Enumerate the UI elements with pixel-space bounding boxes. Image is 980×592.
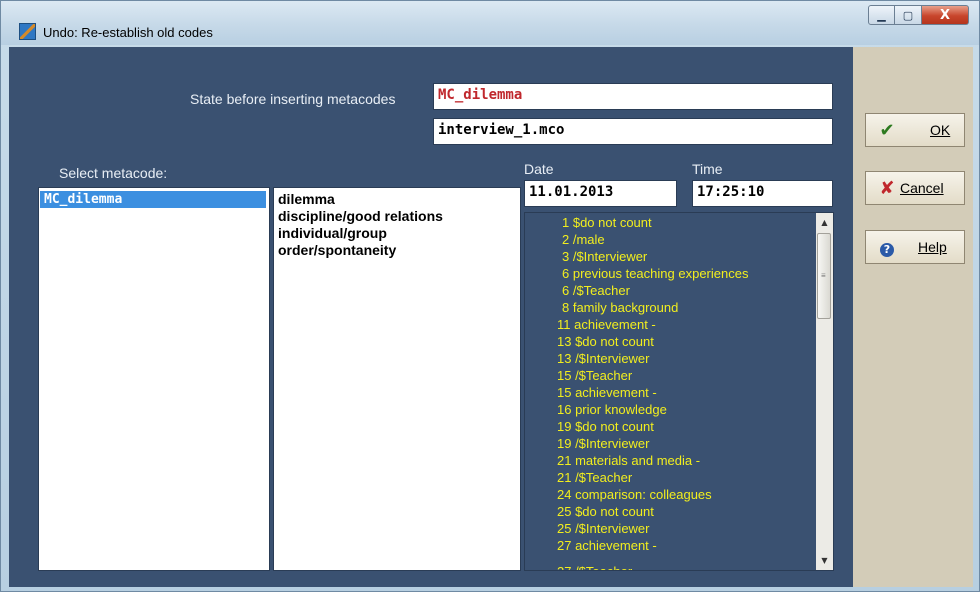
- log-line: 15 /$Teacher: [557, 368, 633, 383]
- metacode-state-field[interactable]: MC_dilemma: [433, 83, 833, 110]
- log-line: 24 comparison: colleagues: [557, 487, 712, 502]
- log-line: 6 previous teaching experiences: [562, 266, 749, 281]
- check-icon: ✔: [879, 119, 895, 141]
- log-line: 21 /$Teacher: [557, 470, 633, 485]
- code-list[interactable]: dilemma discipline/good relations indivi…: [273, 187, 521, 571]
- time-label: Time: [692, 161, 723, 177]
- code-history-log[interactable]: 1 $do not count 2 /male 3 /$Interviewer …: [524, 212, 834, 571]
- minimize-button[interactable]: ▁: [868, 5, 895, 25]
- scroll-down-icon[interactable]: ▼: [816, 552, 833, 569]
- select-metacode-label: Select metacode:: [59, 165, 168, 181]
- cancel-button-label: Cancel: [900, 180, 944, 196]
- metacode-list-item[interactable]: MC_dilemma: [40, 191, 266, 208]
- help-button[interactable]: ? Help: [865, 230, 965, 264]
- log-line: 25 /$Interviewer: [557, 521, 650, 536]
- log-line: 6 /$Teacher: [562, 283, 630, 298]
- log-line: 11 achievement -: [557, 317, 656, 332]
- cancel-button[interactable]: ✘ Cancel: [865, 171, 965, 205]
- log-line: 15 achievement -: [557, 385, 657, 400]
- window-title: Undo: Re-establish old codes: [43, 25, 213, 40]
- date-label: Date: [524, 161, 554, 177]
- log-line: 27 /$Teacher: [557, 563, 632, 570]
- dialog-window: Undo: Re-establish old codes ▁ ▢ X State…: [0, 0, 980, 592]
- log-line: 21 materials and media -: [557, 453, 701, 468]
- app-icon: [19, 23, 36, 40]
- log-line: 8 family background: [562, 300, 679, 315]
- date-field[interactable]: 11.01.2013: [524, 180, 677, 207]
- maximize-button[interactable]: ▢: [895, 5, 922, 25]
- code-item[interactable]: discipline/good relations: [278, 208, 516, 225]
- log-line: 1 $do not count: [562, 215, 652, 230]
- log-line: 2 /male: [562, 232, 605, 247]
- log-line: 27 achievement -: [557, 538, 657, 553]
- close-button[interactable]: X: [922, 5, 969, 25]
- help-button-label: Help: [918, 239, 947, 255]
- file-state-field[interactable]: interview_1.mco: [433, 118, 833, 145]
- log-line: 3 /$Interviewer: [562, 249, 648, 264]
- log-line: 19 $do not count: [557, 419, 654, 434]
- grip-icon: ≡: [821, 271, 826, 280]
- log-line: 19 /$Interviewer: [557, 436, 650, 451]
- window-controls: ▁ ▢ X: [868, 5, 969, 25]
- code-item[interactable]: dilemma: [278, 191, 516, 208]
- state-label: State before inserting metacodes: [190, 91, 396, 107]
- log-scrollbar[interactable]: ▲ ≡ ▼: [816, 213, 833, 570]
- ok-button[interactable]: ✔ OK: [865, 113, 965, 147]
- title-bar[interactable]: Undo: Re-establish old codes ▁ ▢ X: [1, 1, 979, 45]
- log-line: 16 prior knowledge: [557, 402, 667, 417]
- x-icon: ✘: [879, 177, 895, 199]
- help-icon: ?: [876, 237, 898, 258]
- time-field[interactable]: 17:25:10: [692, 180, 833, 207]
- code-item[interactable]: individual/group: [278, 225, 516, 242]
- code-item[interactable]: order/spontaneity: [278, 242, 516, 259]
- metacode-list[interactable]: MC_dilemma: [38, 187, 270, 571]
- scroll-thumb[interactable]: ≡: [817, 233, 831, 319]
- log-line: 13 $do not count: [557, 334, 654, 349]
- log-line: 25 $do not count: [557, 504, 654, 519]
- scroll-up-icon[interactable]: ▲: [816, 214, 833, 231]
- ok-button-label: OK: [930, 122, 951, 138]
- log-line: 13 /$Interviewer: [557, 351, 650, 366]
